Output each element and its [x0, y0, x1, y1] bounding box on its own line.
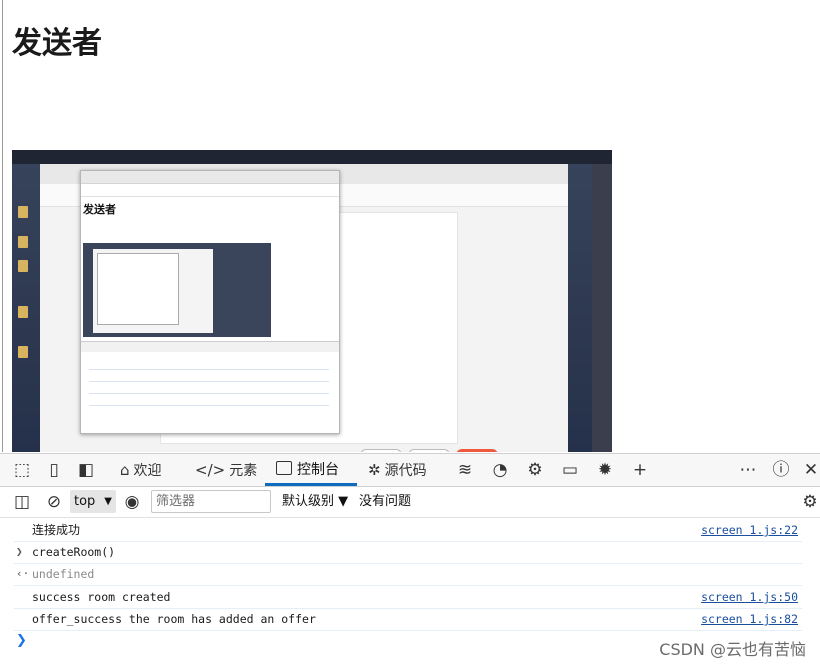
tab-welcome[interactable]: ⌂ 欢迎 [120, 454, 162, 487]
issues-count[interactable]: 没有问题 [359, 487, 411, 517]
nested-console-line [89, 405, 329, 406]
chevron-right-icon[interactable]: ❯ [16, 541, 23, 563]
remote-browser: 发送者 [40, 164, 568, 452]
nested-window [97, 253, 179, 325]
source-link[interactable]: screen 1.js:22 [701, 519, 798, 541]
clear-console-icon[interactable]: ⊘ [44, 492, 64, 512]
devtools-tabbar: ⬚ ▯ ◧ ⌂ 欢迎 </> 元素 控制台 ✲ 源代码 ≋ ◔ ⚙ ▭ ✹ + ⋯ ⓘ… [0, 453, 820, 487]
nested-devtools-bar [81, 341, 339, 352]
remote-button [408, 449, 450, 452]
nested-tabbar [81, 171, 339, 184]
nested-console-line [89, 381, 329, 382]
console-message-text: 连接成功 [32, 523, 81, 537]
remote-desktop-icon [18, 306, 28, 318]
sidebar-toggle-icon[interactable]: ◫ [12, 492, 32, 512]
nested-addressbar [81, 184, 339, 197]
tab-label: 源代码 [384, 463, 427, 479]
tab-sources[interactable]: ✲ 源代码 [368, 454, 427, 487]
code-icon: </> [195, 461, 226, 479]
inspect-icon[interactable]: ⬚ [12, 460, 32, 480]
nested-document [93, 249, 213, 333]
remote-taskbar [12, 150, 612, 164]
tab-label: 元素 [229, 463, 258, 479]
remote-button [360, 449, 402, 452]
console-result: ‹· undefined [14, 563, 802, 586]
console-settings-icon[interactable]: ⚙ [800, 492, 820, 512]
active-tab-indicator [265, 483, 357, 486]
device-toolbar-icon[interactable]: ▯ [44, 460, 64, 480]
filter-input[interactable] [151, 490, 271, 513]
shared-screen-video: 发送者 [12, 150, 612, 452]
add-tool-icon[interactable]: + [630, 460, 650, 480]
tab-label: 欢迎 [133, 463, 162, 479]
memory-icon[interactable]: ⚙ [525, 460, 545, 480]
remote-desktop-icon [18, 346, 28, 358]
chevron-down-icon: ▼ [338, 494, 349, 509]
console-message: offer_success the room has added an offe… [14, 608, 802, 631]
home-icon: ⌂ [120, 461, 130, 479]
close-icon[interactable]: ✕ [801, 460, 820, 480]
console-message-text: undefined [32, 567, 95, 581]
page-left-border [2, 0, 3, 452]
nested-page-title: 发送者 [83, 203, 116, 216]
more-icon[interactable]: ⋯ [738, 460, 758, 480]
console-message-text: success room created [32, 590, 171, 604]
remote-button-row [360, 448, 504, 452]
settings-gear-icon[interactable]: ✹ [595, 460, 615, 480]
remote-button [456, 449, 498, 452]
nested-console-line [89, 393, 329, 394]
page-title: 发送者 [12, 26, 102, 61]
eye-icon[interactable]: ◉ [122, 492, 142, 512]
chevron-down-icon: ▼ [104, 496, 112, 507]
application-icon[interactable]: ▭ [560, 460, 580, 480]
dock-icon[interactable]: ◧ [76, 460, 96, 480]
tab-label: 控制台 [297, 462, 339, 478]
remote-desktop-right [592, 164, 612, 452]
tab-elements[interactable]: </> 元素 [195, 454, 257, 487]
remote-nested-window: 发送者 [80, 170, 340, 434]
console-prompt-icon[interactable]: ❯ [16, 633, 27, 648]
remote-desktop-icon [18, 236, 28, 248]
nested-shared-screen [83, 243, 271, 337]
console-message-text: createRoom() [32, 545, 116, 559]
log-level-select[interactable]: 默认级别 ▼ [282, 487, 348, 517]
console-icon [276, 461, 292, 475]
return-arrow-icon: ‹· [16, 567, 30, 580]
nested-console-line [89, 369, 329, 370]
performance-icon[interactable]: ◔ [490, 460, 510, 480]
watermark: CSDN @云也有苦恼 [659, 640, 806, 659]
context-value: top [74, 494, 96, 509]
console-toolbar: ◫ ⊘ top ▼ ◉ 默认级别 ▼ 没有问题 ⚙ [0, 487, 820, 518]
source-link[interactable]: screen 1.js:50 [701, 586, 798, 608]
network-icon[interactable]: ≋ [455, 460, 475, 480]
remote-desktop-icon [18, 260, 28, 272]
source-link[interactable]: screen 1.js:82 [701, 608, 798, 630]
context-select[interactable]: top ▼ [70, 490, 116, 513]
remote-desktop-icon [18, 206, 28, 218]
console-input: ❯ createRoom() [14, 541, 802, 564]
console-message: success room created screen 1.js:50 [14, 586, 802, 609]
log-level-value: 默认级别 [282, 494, 335, 509]
console-message-text: offer_success the room has added an offe… [32, 612, 316, 626]
help-icon[interactable]: ⓘ [771, 460, 791, 480]
bug-icon: ✲ [368, 461, 381, 479]
console-message: 连接成功 screen 1.js:22 [14, 519, 802, 542]
